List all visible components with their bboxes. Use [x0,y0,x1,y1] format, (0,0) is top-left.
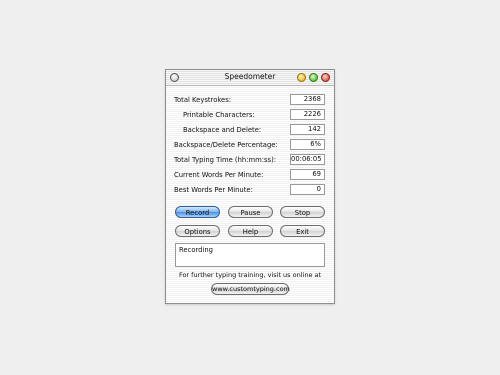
footer-text: For further typing training, visit us on… [178,271,322,279]
stat-label: Total Keystrokes: [174,96,232,104]
status-text: Recording [179,246,213,254]
stat-label: Printable Characters: [183,111,255,119]
stat-value: 142 [290,124,325,135]
stat-label: Current Words Per Minute: [174,171,264,179]
stat-row-backspace-percentage: Backspace/Delete Percentage: 6% [166,139,334,151]
stat-row-backspace-delete: Backspace and Delete: 142 [166,124,334,136]
stat-label: Backspace and Delete: [183,126,262,134]
stat-row-total-keystrokes: Total Keystrokes: 2368 [166,94,334,106]
stat-value: 2226 [290,109,325,120]
stat-value: 2368 [290,94,325,105]
exit-button[interactable]: Exit [280,225,325,237]
stat-row-printable-characters: Printable Characters: 2226 [166,109,334,121]
stat-row-best-wpm: Best Words Per Minute: 0 [166,184,334,196]
stat-row-current-wpm: Current Words Per Minute: 69 [166,169,334,181]
record-button[interactable]: Record [175,206,220,218]
zoom-button[interactable] [309,73,318,82]
status-display: Recording [175,243,325,267]
stat-value: 0 [290,184,325,195]
stat-value: 6% [290,139,325,150]
stat-label: Backspace/Delete Percentage: [174,141,278,149]
stop-button[interactable]: Stop [280,206,325,218]
pause-button[interactable]: Pause [228,206,273,218]
stat-label: Total Typing Time (hh:mm:ss): [174,156,277,164]
stat-label: Best Words Per Minute: [174,186,253,194]
stat-value: 69 [290,169,325,180]
website-link-button[interactable]: www.customtyping.com [211,283,290,295]
options-button[interactable]: Options [175,225,220,237]
stat-value: 00:06:05 [290,154,325,165]
stat-row-typing-time: Total Typing Time (hh:mm:ss): 00:06:05 [166,154,334,166]
title-bar[interactable]: Speedometer [166,70,334,86]
help-button[interactable]: Help [228,225,273,237]
close-button[interactable] [321,73,330,82]
speedometer-window: Speedometer Total Keystrokes: 2368 Print… [165,69,335,304]
minimize-button[interactable] [297,73,306,82]
